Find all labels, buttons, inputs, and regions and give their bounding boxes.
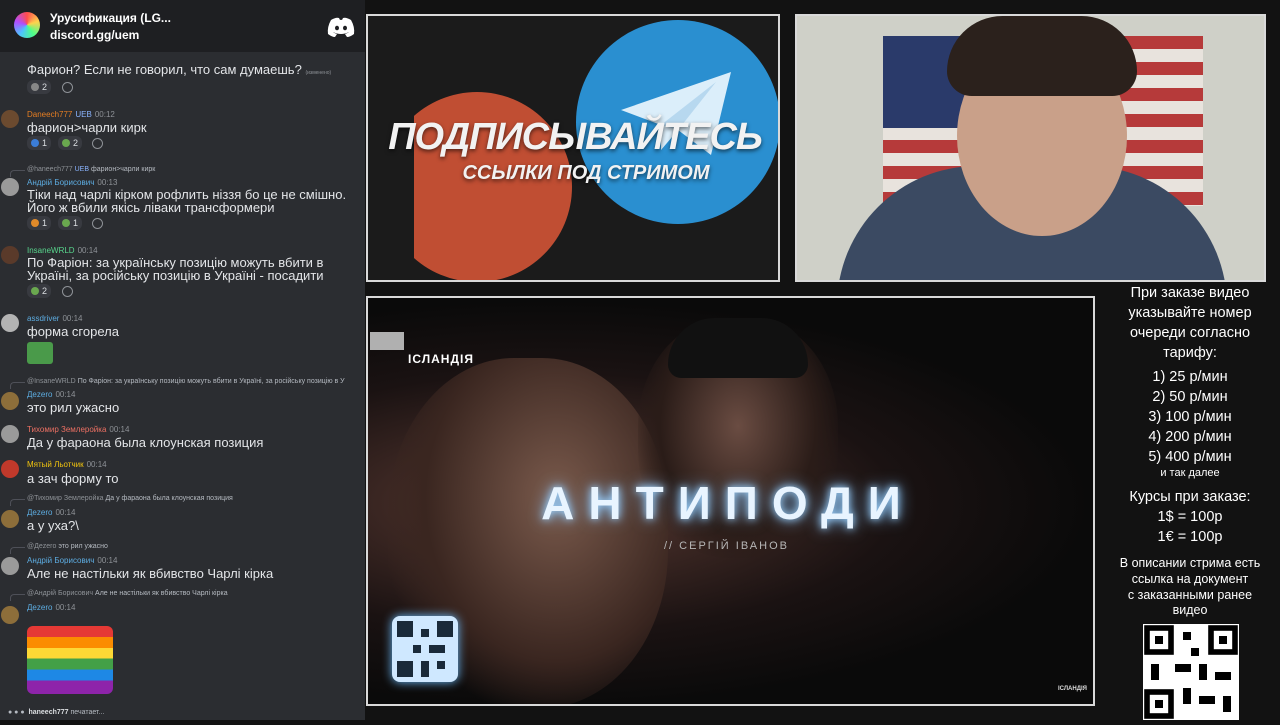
reply-connector (10, 547, 25, 554)
message-author[interactable]: InsaneWRLD 00:14 (27, 246, 98, 255)
message-text: а зач форму то (27, 471, 119, 486)
info-line: очереди согласно (1129, 325, 1251, 341)
message-text: это рил ужасно (27, 400, 120, 415)
message-author[interactable]: Дezero 00:14 (27, 603, 75, 612)
message-author[interactable]: Мятый Льотчик 00:14 (27, 460, 107, 469)
subscribe-promo-panel: ПОДПИСЫВАЙТЕСЬ ССЫЛКИ ПОД СТРИМОМ (366, 14, 780, 282)
reply-connector (10, 594, 25, 601)
rate-line: 3) 100 р/мин (1148, 409, 1232, 425)
add-reaction-icon[interactable] (62, 82, 73, 93)
rate-line: 5) 400 р/мин (1148, 449, 1232, 465)
server-icon (14, 12, 40, 38)
avatar[interactable] (1, 510, 19, 528)
course-line: 1$ = 100р (1157, 509, 1223, 525)
message-text: Тіки над чарлі кірком рофлить ніззя бо ц… (27, 187, 347, 215)
video-author: // СЕРГІЙ ІВАНОВ (664, 540, 789, 552)
avatar[interactable] (1, 178, 19, 196)
emoji-icon (62, 139, 70, 147)
server-invite-link[interactable]: discord.gg/uem (50, 28, 139, 42)
message-text: Да у фараона была клоунская позиция (27, 435, 264, 450)
message-author[interactable]: Дezero 00:14 (27, 508, 75, 517)
sticker-image (27, 342, 53, 364)
avatar[interactable] (1, 392, 19, 410)
add-reaction-icon[interactable] (62, 286, 73, 297)
avatar[interactable] (1, 314, 19, 332)
message-text: форма сгорела (27, 324, 119, 339)
desc-line: с заказанными ранее (1127, 588, 1253, 602)
video-watermark: ІСЛАНДІЯ (1058, 686, 1087, 692)
channel-logo (370, 332, 404, 350)
video-qr-code (392, 616, 458, 682)
typing-indicator: ● ● ● haneech777 печатает... (8, 709, 105, 716)
rate-line: 2) 50 р/мин (1152, 389, 1228, 405)
avatar[interactable] (1, 110, 19, 128)
reaction[interactable]: 2 (58, 136, 83, 150)
message-text: фарион>чарли кирк (27, 120, 147, 135)
message-text: Фарион? Если не говорил, что сам думаешь… (27, 62, 332, 77)
reply-preview[interactable]: @Дezero это рил ужасно (27, 543, 108, 550)
avatar[interactable] (1, 425, 19, 443)
promo-headline: ПОДПИСЫВАЙТЕСЬ (388, 116, 763, 158)
message-author[interactable]: Дezero 00:14 (27, 390, 75, 399)
server-name: Урусификация (LG... (50, 11, 171, 25)
document-qr-code (1143, 624, 1239, 720)
desc-line: В описании стрима есть (1119, 556, 1261, 570)
info-line: тарифу: (1163, 345, 1217, 361)
avatar[interactable] (1, 557, 19, 575)
promo-subline: ССЫЛКИ ПОД СТРИМОМ (462, 162, 710, 184)
avatar[interactable] (1, 246, 19, 264)
webcam-panel (795, 14, 1266, 282)
message-author[interactable]: Тихомир Землеройка 00:14 (27, 425, 129, 434)
reaction[interactable]: 2 (27, 284, 52, 298)
discord-logo-icon (327, 17, 355, 37)
reply-connector (10, 170, 25, 177)
reaction[interactable]: 1 (58, 216, 83, 230)
reaction[interactable]: 2 (27, 80, 52, 94)
message-author[interactable]: assdriver 00:14 (27, 314, 82, 323)
message-text: По Фаріон: за українську позицію можуть … (27, 255, 324, 283)
reply-preview[interactable]: @Тихомир Землеройка Да у фараона была кл… (27, 495, 233, 502)
streamer-hair (947, 16, 1137, 96)
rate-line: 1) 25 р/мин (1152, 369, 1228, 385)
emoji-icon (31, 83, 39, 91)
rate-line: 4) 200 р/мин (1148, 429, 1232, 445)
reply-preview[interactable]: @InsaneWRLD По Фаріон: за українську поз… (27, 378, 345, 385)
qr-code-icon (397, 621, 453, 677)
info-line: указывайте номер (1128, 305, 1252, 321)
emoji-icon (31, 219, 39, 227)
emoji-icon (31, 287, 39, 295)
avatar[interactable] (1, 606, 19, 624)
message-text: а у уха?\ (27, 518, 79, 533)
reply-connector (10, 499, 25, 506)
desc-line: ссылка на документ (1131, 572, 1249, 586)
video-title: АНТИПОДИ (541, 477, 915, 529)
order-info-panel: При заказе видео указывайте номер очеред… (1100, 283, 1280, 617)
course-line: 1€ = 100р (1157, 529, 1223, 545)
message-text: Але не настільки як вбивство Чарлі кірка (27, 566, 274, 581)
video-hair-right (668, 318, 808, 378)
reply-preview[interactable]: @haneech777 UEB фарион>чарли кирк (27, 166, 155, 173)
add-reaction-icon[interactable] (92, 138, 103, 149)
courses-title: Курсы при заказе: (1129, 489, 1251, 505)
message-author[interactable]: Андрій Борисович 00:13 (27, 178, 117, 187)
add-reaction-icon[interactable] (92, 218, 103, 229)
discord-chat-panel: Урусификация (LG... discord.gg/uem Фарио… (0, 0, 365, 720)
info-line: При заказе видео (1130, 285, 1250, 301)
reply-connector (10, 382, 25, 389)
video-channel-name: ІСЛАНДІЯ (408, 352, 474, 366)
emoji-icon (31, 139, 39, 147)
avatar[interactable] (1, 460, 19, 478)
reaction[interactable]: 1 (27, 136, 52, 150)
server-header[interactable]: Урусификация (LG... discord.gg/uem (0, 0, 365, 52)
video-player-panel[interactable]: ІСЛАНДІЯ АНТИПОДИ // СЕРГІЙ ІВАНОВ ІСЛАН… (366, 296, 1095, 706)
rate-etc: и так далее (1160, 467, 1220, 479)
reaction[interactable]: 1 (27, 216, 52, 230)
emoji-icon (62, 219, 70, 227)
desc-line: видео (1172, 603, 1208, 617)
message-author[interactable]: Daneech777 UEB 00:12 (27, 110, 115, 119)
qr-code-icon (1143, 624, 1239, 720)
message-author[interactable]: Андрій Борисович 00:14 (27, 556, 117, 565)
reply-preview[interactable]: @Андрій Борисович Але не настільки як вб… (27, 590, 228, 597)
rainbow-flag-sticker (27, 626, 113, 694)
